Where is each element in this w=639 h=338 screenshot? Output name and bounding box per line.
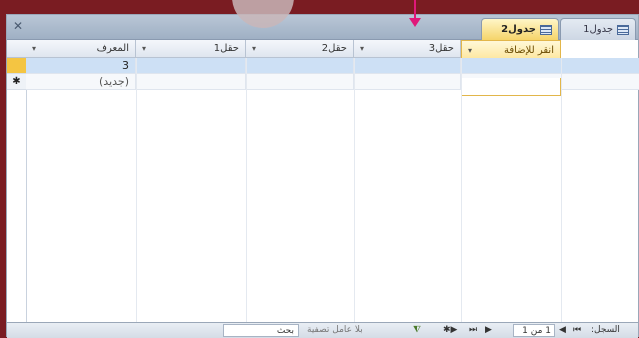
add-column-input[interactable] <box>461 78 561 96</box>
tab-label: جدول2 <box>501 23 536 35</box>
annotation-arrow-line <box>414 0 416 18</box>
column-header-label: المعرف <box>96 43 129 54</box>
column-divider <box>246 58 247 322</box>
record-position-field[interactable]: 1 من 1 <box>513 324 555 337</box>
tab-label: جدول1 <box>583 23 613 35</box>
record-selector-column: ✱ <box>7 40 27 322</box>
column-header-id[interactable]: المعرف ▾ <box>26 40 136 58</box>
cell-field2[interactable] <box>246 58 354 74</box>
column-header-label: حقل1 <box>213 43 239 54</box>
next-record-icon[interactable]: ▶ <box>485 324 492 337</box>
document-tab-bar: ✕ جدول2 جدول1 <box>7 15 638 40</box>
column-header-click-to-add[interactable]: انقر للإضافة ▾ <box>461 40 561 60</box>
chevron-down-icon[interactable]: ▾ <box>360 44 364 53</box>
column-header-label: انقر للإضافة <box>503 44 554 56</box>
select-all-corner[interactable] <box>7 40 26 58</box>
arrow-down-icon <box>409 18 421 27</box>
record-navigation-bar: السجل: ⏮ ◀ 1 من 1 ▶ ⏭ ▶✱ ⧩ بلا عامل تصفي… <box>7 322 638 338</box>
new-record-icon[interactable]: ▶✱ <box>443 324 457 337</box>
filter-status-label[interactable]: بلا عامل تصفية <box>307 324 363 337</box>
tab-table2[interactable]: جدول2 <box>481 18 559 40</box>
table-icon <box>617 24 629 35</box>
column-divider <box>561 58 562 322</box>
chevron-down-icon[interactable]: ▾ <box>468 46 472 55</box>
datasheet-grid: ✱ المعرف ▾ حقل1 ▾ حقل2 ▾ حقل3 ▾ انقر للإ… <box>7 40 639 322</box>
last-record-icon[interactable]: ⏭ <box>469 324 477 337</box>
cell-field2[interactable] <box>246 74 354 90</box>
column-divider <box>354 58 355 322</box>
table-row[interactable]: 3 <box>26 58 639 74</box>
cell-field3[interactable] <box>354 74 461 90</box>
chevron-down-icon[interactable]: ▾ <box>142 44 146 53</box>
cell-field1[interactable] <box>136 74 246 90</box>
tab-table1[interactable]: جدول1 <box>560 18 636 40</box>
cell-id[interactable]: 3 <box>26 58 136 74</box>
column-header-field1[interactable]: حقل1 ▾ <box>136 40 246 58</box>
cell-field1[interactable] <box>136 58 246 74</box>
chevron-down-icon[interactable]: ▾ <box>252 44 256 53</box>
column-divider <box>136 58 137 322</box>
column-header-field2[interactable]: حقل2 ▾ <box>246 40 354 58</box>
previous-record-icon[interactable]: ◀ <box>559 324 566 337</box>
column-header-label: حقل3 <box>428 43 454 54</box>
column-header-field3[interactable]: حقل3 ▾ <box>354 40 461 58</box>
cell-field3[interactable] <box>354 58 461 74</box>
filter-icon: ⧩ <box>413 325 422 335</box>
record-label: السجل: <box>591 325 620 335</box>
first-record-icon[interactable]: ⏮ <box>573 324 581 337</box>
record-selector-current[interactable] <box>7 58 26 74</box>
column-header-label: حقل2 <box>321 43 347 54</box>
column-divider <box>461 58 462 322</box>
cell-id[interactable]: (جديد) <box>26 74 136 90</box>
chevron-down-icon[interactable]: ▾ <box>32 44 36 53</box>
close-icon[interactable]: ✕ <box>13 19 23 33</box>
search-input[interactable]: بحث <box>223 324 299 337</box>
table-icon <box>540 24 552 35</box>
datasheet-window: ✕ جدول2 جدول1 ✱ المعرف ▾ حقل1 ▾ حقل2 ▾ ح… <box>6 14 639 338</box>
record-selector-new[interactable]: ✱ <box>7 74 26 90</box>
